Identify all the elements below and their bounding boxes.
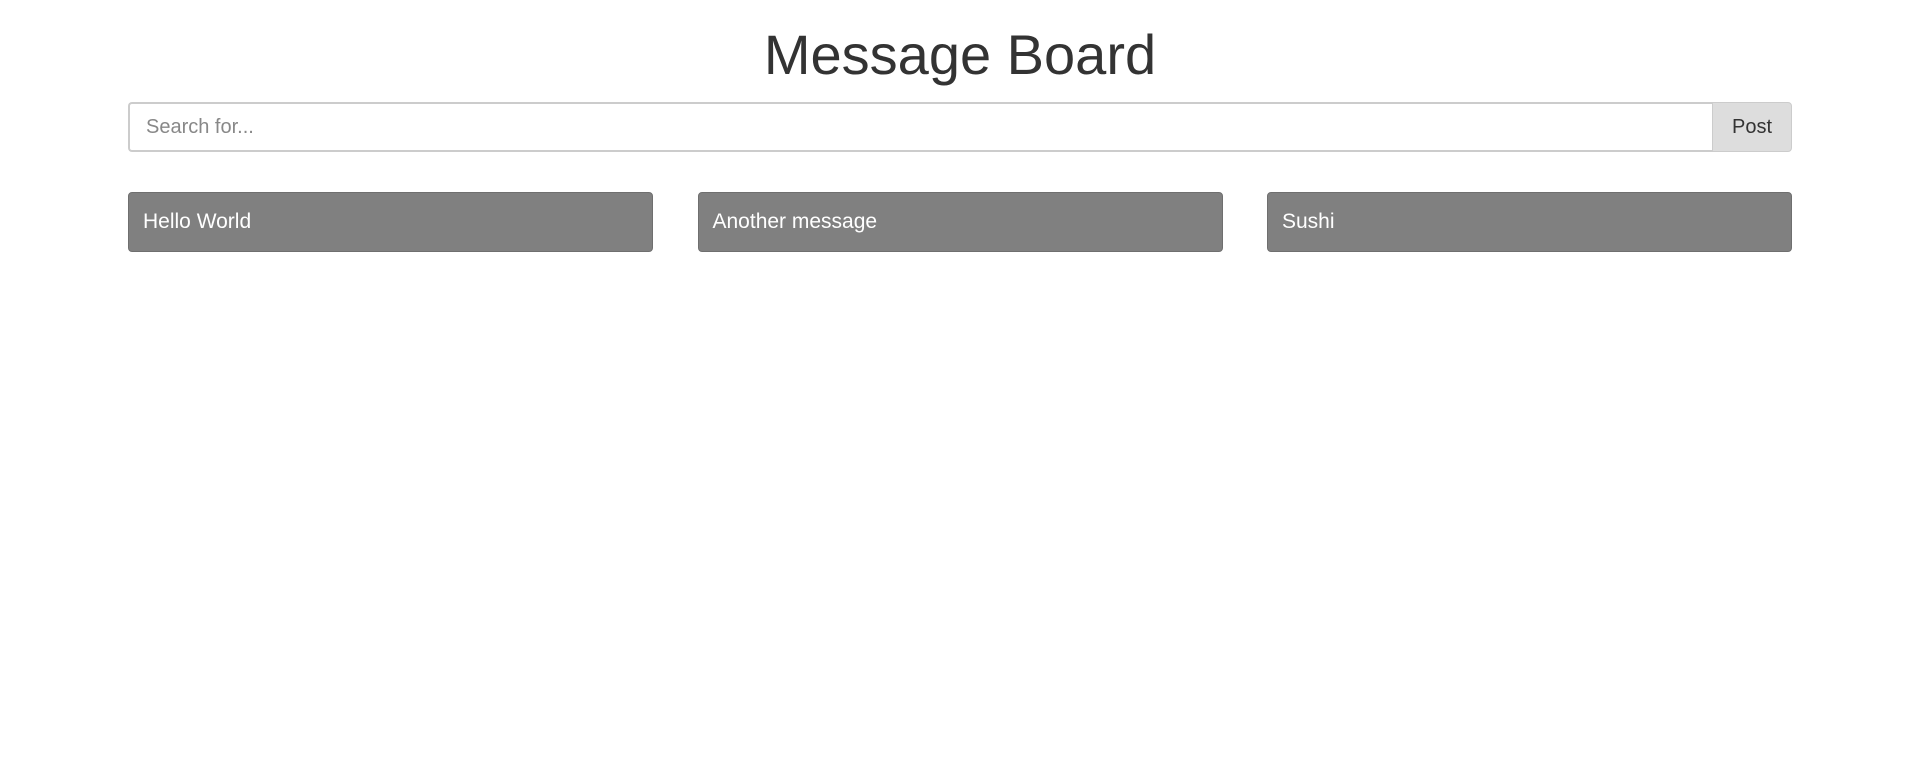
page-title: Message Board — [763, 23, 1157, 86]
search-input[interactable] — [128, 102, 1712, 152]
message-card-sushi[interactable]: Sushi — [1267, 192, 1792, 252]
message-text: Sushi — [1282, 210, 1335, 233]
main-container: Message Board Post Hello World Another m… — [128, 0, 1792, 252]
message-card-hello-world[interactable]: Hello World — [128, 192, 653, 252]
message-text: Another message — [712, 210, 878, 233]
message-text: Hello World — [143, 210, 252, 233]
post-button[interactable]: Post — [1712, 102, 1792, 152]
message-list: Hello World Another message Sushi — [128, 192, 1792, 252]
message-card-another-message[interactable]: Another message — [697, 192, 1223, 252]
search-bar: Post — [128, 102, 1792, 152]
